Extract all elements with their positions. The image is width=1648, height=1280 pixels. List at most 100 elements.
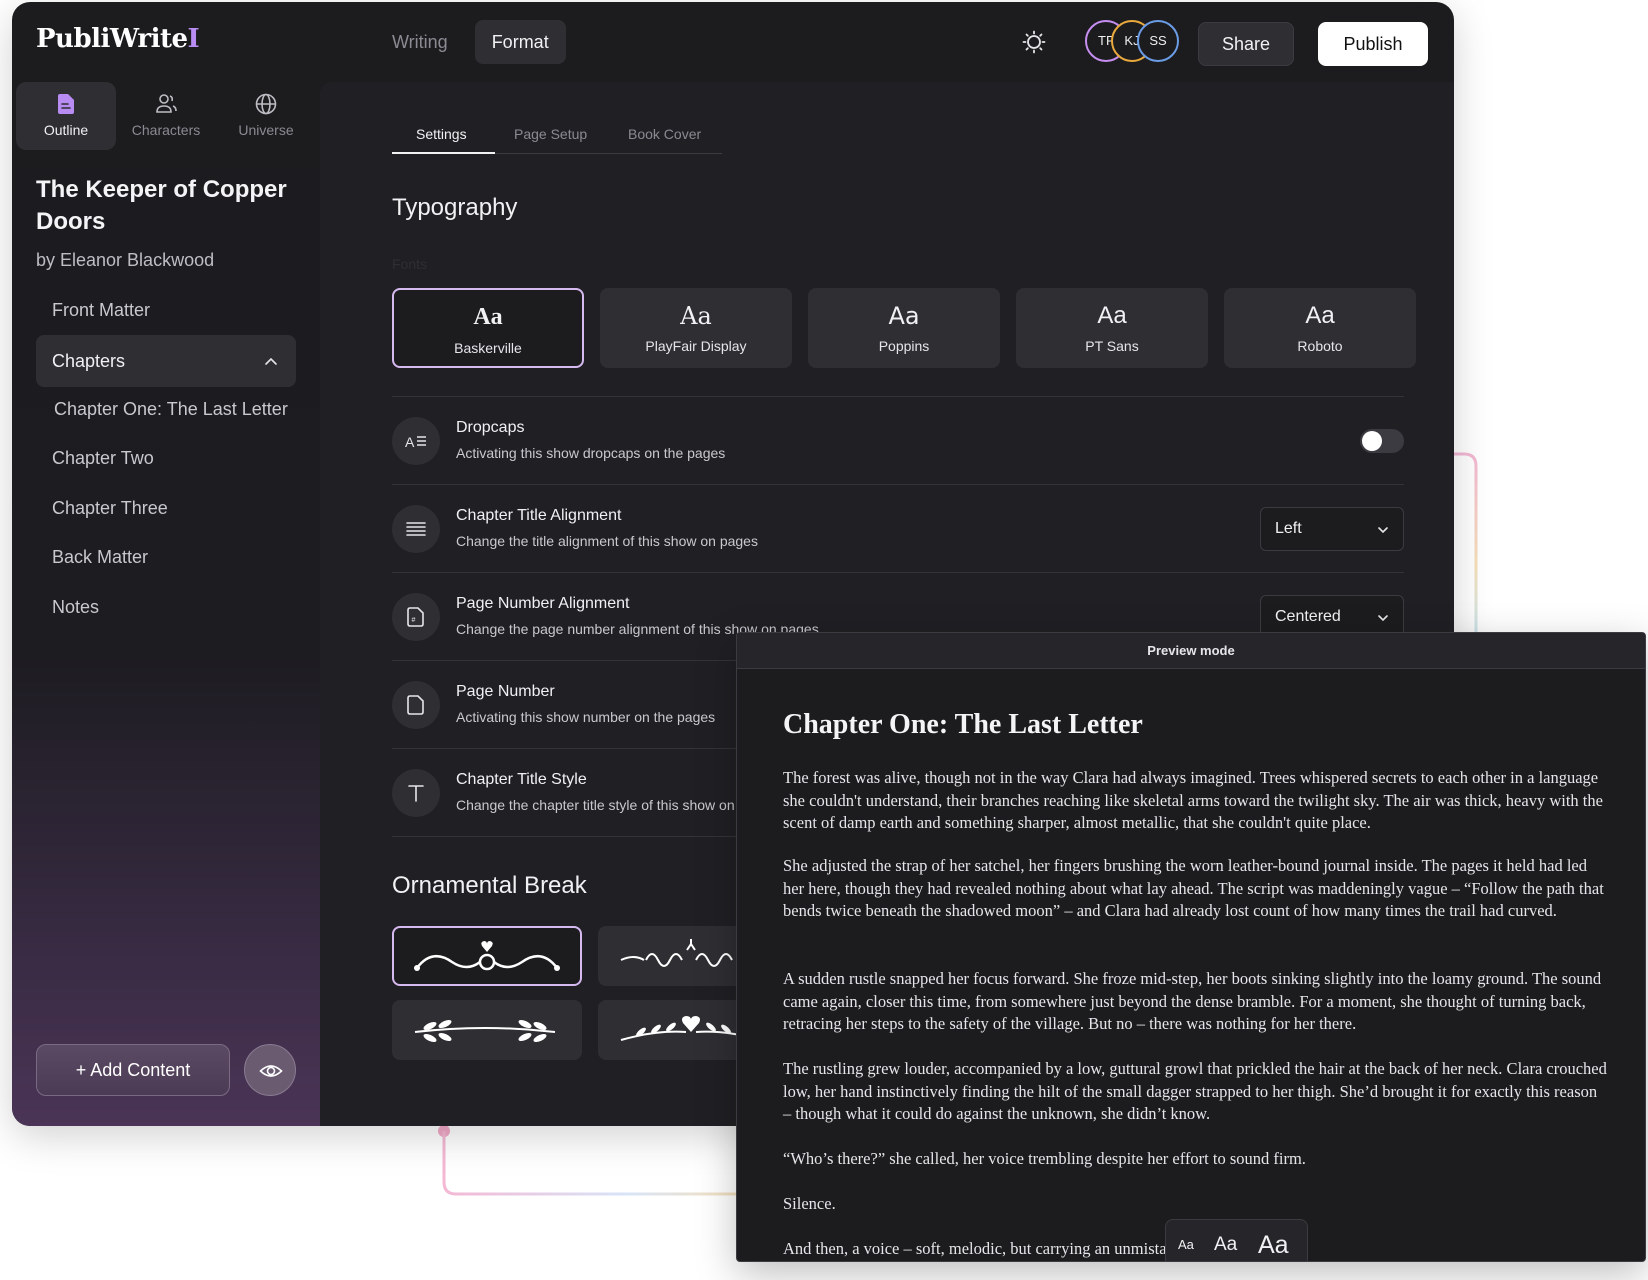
chevron-down-icon	[1378, 527, 1388, 534]
ornament-option-laurel[interactable]	[392, 1000, 582, 1060]
svg-text:#: #	[412, 617, 416, 624]
publish-button[interactable]: Publish	[1318, 22, 1428, 66]
outline-item-front-matter[interactable]: Front Matter	[52, 300, 150, 321]
dropcaps-toggle[interactable]	[1360, 429, 1404, 453]
font-name: Roboto	[1297, 338, 1343, 354]
tab-writing[interactable]: Writing	[375, 20, 465, 64]
avatar: SS	[1137, 20, 1179, 62]
share-button[interactable]: Share	[1198, 22, 1294, 66]
text-size-large[interactable]: Aa	[1258, 1220, 1289, 1261]
setting-title: Page Number	[456, 683, 555, 700]
setting-description: Activating this show dropcaps on the pag…	[456, 445, 726, 461]
tab-book-cover[interactable]: Book Cover	[628, 126, 701, 142]
sidebar-tab-characters[interactable]: Characters	[116, 82, 216, 150]
preview-window: Preview mode Chapter One: The Last Lette…	[736, 632, 1646, 1262]
font-sample: Aa	[473, 304, 503, 330]
outline-item-chapter-one[interactable]: Chapter One: The Last Letter	[54, 399, 288, 420]
select-value: Left	[1275, 520, 1302, 537]
preview-paragraph: “Who’s there?” she called, her voice tre…	[783, 1149, 1306, 1168]
font-sample: Aa	[680, 302, 712, 330]
users-icon	[156, 94, 177, 113]
select-value: Centered	[1275, 608, 1341, 625]
font-card-pt-sans[interactable]: Aa PT Sans	[1016, 288, 1208, 368]
preview-header: Preview mode	[737, 633, 1645, 669]
setting-chapter-title-alignment: Chapter Title Alignment Change the title…	[392, 484, 1404, 572]
outline-item-notes[interactable]: Notes	[52, 597, 99, 618]
preview-paragraph: The rustling grew louder, accompanied by…	[783, 1059, 1607, 1123]
font-card-baskerville[interactable]: Aa Baskerville	[392, 288, 584, 368]
logo-cursor-mark: I	[187, 24, 200, 54]
preview-toggle-button[interactable]	[244, 1044, 296, 1096]
globe-icon	[255, 93, 277, 115]
font-card-poppins[interactable]: Aa Poppins	[808, 288, 1000, 368]
font-card-roboto[interactable]: Aa Roboto	[1224, 288, 1416, 368]
sidebar-tab-outline[interactable]: Outline	[16, 82, 116, 150]
fonts-label: Fonts	[392, 256, 428, 272]
svg-text:A: A	[405, 434, 415, 450]
outline-item-label: Chapters	[52, 351, 126, 371]
sidebar-tabs: Outline Characters Universe	[16, 82, 316, 150]
logo-text: PubliWrite	[36, 24, 188, 54]
add-content-button[interactable]: + Add Content	[36, 1044, 230, 1096]
outline-item-back-matter[interactable]: Back Matter	[52, 547, 148, 568]
preview-chapter-title: Chapter One: The Last Letter	[783, 709, 1143, 740]
preview-paragraph: A sudden rustle snapped her focus forwar…	[783, 969, 1602, 1033]
setting-title: Chapter Title Style	[456, 771, 587, 788]
sidebar-tab-label: Characters	[131, 122, 201, 138]
font-card-playfair[interactable]: Aa PlayFair Display	[600, 288, 792, 368]
outline-item-chapters[interactable]: Chapters	[36, 335, 296, 387]
outline-item-chapter-two[interactable]: Chapter Two	[52, 448, 154, 469]
ornamental-break-title: Ornamental Break	[392, 872, 587, 899]
tab-page-setup[interactable]: Page Setup	[514, 126, 587, 142]
top-bar: PubliWriteI Writing Format TF KJ SS Shar…	[12, 2, 1454, 82]
text-size-small[interactable]: Aa	[1178, 1220, 1194, 1261]
toggle-knob	[1362, 431, 1382, 451]
typography-title: Typography	[392, 194, 518, 221]
sun-icon[interactable]	[1022, 30, 1046, 54]
book-title: The Keeper of Copper Doors	[36, 176, 287, 235]
connector-line-bottom	[438, 1125, 746, 1196]
page-icon	[392, 681, 440, 729]
document-icon	[58, 94, 74, 114]
collaborator-avatars[interactable]: TF KJ SS	[1085, 20, 1179, 64]
sidebar-tab-label: Outline	[43, 122, 89, 138]
font-sample: Aa	[1097, 302, 1127, 329]
dropcap-icon: A	[392, 417, 440, 465]
sidebar: Outline Characters Universe The Keeper o…	[12, 82, 320, 1126]
preview-paragraph: She adjusted the strap of her satchel, h…	[783, 856, 1604, 920]
chevron-up-icon	[265, 357, 277, 365]
font-name: Baskerville	[454, 340, 522, 356]
preview-paragraph: Silence.	[783, 1194, 836, 1213]
setting-description: Change the title alignment of this show …	[456, 533, 758, 549]
setting-dropcaps: A Dropcaps Activating this show dropcaps…	[392, 396, 1404, 484]
sidebar-tab-universe[interactable]: Universe	[216, 82, 316, 150]
chevron-down-icon	[1378, 615, 1388, 622]
title-alignment-select[interactable]: Left	[1260, 507, 1404, 551]
font-name: Poppins	[878, 338, 930, 354]
font-name: PlayFair Display	[645, 338, 747, 354]
text-style-icon	[392, 769, 440, 817]
setting-description: Activating this show number on the pages	[456, 709, 716, 725]
ornament-heart-swirl-icon	[414, 941, 560, 971]
setting-title: Page Number Alignment	[456, 595, 630, 612]
outline-item-chapter-three[interactable]: Chapter Three	[52, 498, 168, 519]
font-name: PT Sans	[1085, 338, 1139, 354]
settings-tabs: Settings Page Setup Book Cover	[392, 114, 722, 154]
tab-format[interactable]: Format	[474, 20, 566, 64]
mode-tabs: Writing Format	[375, 20, 566, 64]
active-tab-indicator	[392, 152, 495, 154]
preview-paragraph: The forest was alive, though not in the …	[783, 768, 1603, 832]
align-lines-icon	[392, 505, 440, 553]
ornament-laurel-icon	[414, 1019, 556, 1043]
font-sample: Aa	[1305, 302, 1335, 329]
logo[interactable]: PubliWriteI	[36, 24, 200, 54]
ornament-option-heart-swirl[interactable]	[392, 926, 582, 986]
font-sample: Aa	[888, 302, 920, 330]
text-size-medium[interactable]: Aa	[1214, 1220, 1237, 1261]
book-author: by Eleanor Blackwood	[36, 250, 215, 270]
sidebar-tab-label: Universe	[238, 122, 294, 138]
text-size-popover: Aa Aa Aa	[1165, 1219, 1308, 1261]
page-number-icon: #	[392, 593, 440, 641]
eye-icon	[259, 1065, 283, 1077]
tab-settings[interactable]: Settings	[416, 126, 467, 142]
